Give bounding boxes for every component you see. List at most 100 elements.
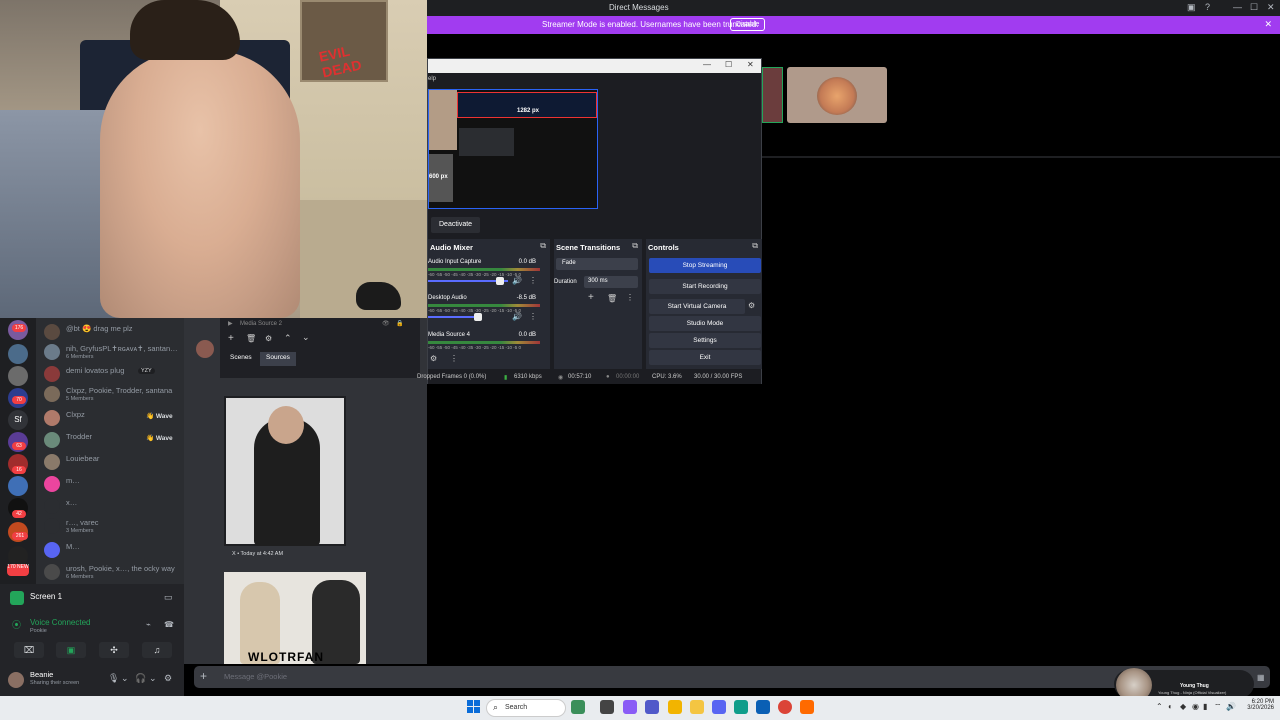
app-icon[interactable] bbox=[800, 700, 814, 714]
soundboard-button[interactable]: ♫ bbox=[142, 642, 172, 658]
tray-app-icon[interactable]: ◐ bbox=[1168, 702, 1173, 711]
maximize-icon[interactable]: ☐ bbox=[1250, 2, 1258, 13]
transition-select[interactable]: Fade bbox=[556, 258, 638, 270]
visibility-icon[interactable]: 👁 bbox=[382, 320, 390, 327]
dm-item[interactable]: nih, GryfusPL✝ʀɢᴀᴠᴀ✝, santan… 6 Members bbox=[42, 342, 182, 362]
dm-item[interactable]: demi lovatos plug YZY bbox=[42, 364, 182, 384]
float-icon[interactable]: ⧉ bbox=[632, 241, 638, 251]
close-icon[interactable]: ✕ bbox=[747, 60, 754, 69]
gear-icon[interactable]: ⚙ bbox=[265, 334, 272, 343]
apps-icon[interactable]: ▦ bbox=[1257, 673, 1265, 682]
dm-item[interactable]: r…, varec 3 Members bbox=[42, 516, 182, 536]
studio-mode-button[interactable]: Studio Mode bbox=[649, 316, 761, 331]
dm-item[interactable]: M… bbox=[42, 540, 182, 560]
chevron-down-icon[interactable]: ⌄ bbox=[121, 673, 129, 684]
chevron-up-icon[interactable]: ⌃ bbox=[284, 333, 292, 344]
speaker-icon[interactable]: 🔊 bbox=[512, 312, 522, 321]
add-icon[interactable]: + bbox=[228, 333, 234, 344]
tray-app-icon[interactable]: ▮ bbox=[1203, 702, 1207, 711]
volume-icon[interactable]: 🔊 bbox=[1226, 702, 1236, 711]
add-attachment-icon[interactable]: + bbox=[200, 669, 207, 683]
more-icon[interactable]: ⋮ bbox=[529, 276, 537, 285]
headphones-icon[interactable]: 🎧 bbox=[135, 673, 146, 684]
gear-icon[interactable]: ⚙ bbox=[430, 354, 437, 363]
minimize-icon[interactable]: — bbox=[703, 60, 711, 69]
tab-scenes[interactable]: Scenes bbox=[224, 352, 258, 366]
help-icon[interactable]: ? bbox=[1205, 2, 1210, 12]
wave-button[interactable]: 👋 Wave bbox=[146, 412, 173, 420]
menu-help[interactable]: elp bbox=[428, 76, 436, 82]
search-box[interactable]: ⌕ Search bbox=[486, 699, 566, 717]
slider-knob[interactable] bbox=[474, 313, 482, 321]
app-icon[interactable] bbox=[571, 700, 585, 714]
server-icon[interactable] bbox=[8, 366, 28, 386]
float-icon[interactable]: ⧉ bbox=[752, 241, 758, 251]
close-icon[interactable]: ✕ bbox=[1267, 2, 1275, 13]
settings-button[interactable]: Settings bbox=[649, 333, 761, 348]
screen-share-button[interactable]: ▣ bbox=[56, 642, 86, 658]
add-icon[interactable]: + bbox=[588, 292, 594, 303]
tray-app-icon[interactable]: ◆ bbox=[1180, 702, 1186, 711]
tray-chevron-icon[interactable]: ⌃ bbox=[1156, 702, 1163, 711]
dm-item[interactable]: @bt 😍 drag me plz bbox=[42, 322, 182, 342]
stream-tile-user[interactable] bbox=[787, 67, 887, 123]
tray-app-icon[interactable]: ◉ bbox=[1192, 702, 1199, 711]
dm-item[interactable]: urosh, Pookie, x…, the ocky way 6 Members bbox=[42, 562, 182, 582]
app-icon[interactable] bbox=[756, 700, 770, 714]
duration-input[interactable]: 300 ms bbox=[584, 276, 638, 288]
activities-button[interactable]: ✣ bbox=[99, 642, 129, 658]
dm-item[interactable]: Clxpz, Pookie, Trodder, santana 5 Members bbox=[42, 384, 182, 404]
app-icon[interactable] bbox=[623, 700, 637, 714]
image-attachment-2[interactable]: WLOTRFAN bbox=[224, 572, 366, 664]
dm-item[interactable]: Trodder 👋 Wave bbox=[42, 430, 182, 450]
volume-slider[interactable] bbox=[428, 316, 480, 318]
system-clock[interactable]: 6:20 PM 3/20/2026 bbox=[1240, 699, 1274, 711]
dm-item[interactable]: x… bbox=[42, 496, 182, 516]
start-virtual-camera-button[interactable]: Start Virtual Camera bbox=[649, 299, 745, 314]
deactivate-button[interactable]: Deactivate bbox=[431, 217, 481, 233]
dm-item[interactable]: m… bbox=[42, 474, 182, 494]
inbox-icon[interactable]: ▣ bbox=[1187, 2, 1196, 13]
app-icon[interactable] bbox=[668, 700, 682, 714]
popout-icon[interactable]: ▭ bbox=[164, 592, 173, 603]
float-icon[interactable]: ⧉ bbox=[540, 241, 546, 251]
noise-suppression-icon[interactable]: ⌁ bbox=[146, 620, 151, 629]
play-icon[interactable]: ▶ bbox=[228, 320, 233, 327]
image-attachment[interactable] bbox=[224, 396, 346, 546]
discord-icon[interactable] bbox=[712, 700, 726, 714]
avatar[interactable] bbox=[8, 672, 24, 688]
speaker-icon[interactable]: 🔊 bbox=[512, 276, 522, 285]
dm-item[interactable]: Louiebear bbox=[42, 452, 182, 472]
lock-icon[interactable]: 🔒 bbox=[396, 320, 403, 327]
close-banner-icon[interactable]: ✕ bbox=[1264, 19, 1272, 30]
camera-button[interactable]: ⌧ bbox=[14, 642, 44, 658]
edge-icon[interactable] bbox=[734, 700, 748, 714]
wave-button[interactable]: 👋 Wave bbox=[146, 434, 173, 442]
server-icon[interactable] bbox=[8, 476, 28, 496]
microphone-icon[interactable]: 🎙 bbox=[108, 673, 119, 684]
minimize-icon[interactable]: — bbox=[1233, 2, 1242, 12]
obs-preview[interactable]: 1282 px 600 px bbox=[428, 89, 598, 209]
more-icon[interactable]: ⋮ bbox=[529, 312, 537, 321]
message-input[interactable]: + Message @Pookie bbox=[194, 666, 1270, 688]
exit-button[interactable]: Exit bbox=[649, 350, 761, 365]
tab-sources[interactable]: Sources bbox=[260, 352, 296, 366]
dm-item[interactable]: Clxpz 👋 Wave bbox=[42, 408, 182, 428]
more-icon[interactable]: ⋮ bbox=[626, 293, 634, 302]
stop-streaming-button[interactable]: Stop Streaming bbox=[649, 258, 761, 273]
start-button[interactable] bbox=[467, 700, 481, 714]
trash-icon[interactable]: 🗑 bbox=[607, 294, 617, 303]
slider-knob[interactable] bbox=[496, 277, 504, 285]
wifi-icon[interactable]: ⌔ bbox=[1214, 702, 1222, 712]
server-icon[interactable] bbox=[8, 344, 28, 364]
file-explorer-icon[interactable] bbox=[690, 700, 704, 714]
chrome-icon[interactable] bbox=[778, 700, 792, 714]
chevron-down-icon[interactable]: ⌄ bbox=[149, 673, 157, 684]
gear-icon[interactable]: ⚙ bbox=[748, 301, 755, 310]
disable-button[interactable]: Disable bbox=[730, 18, 766, 31]
now-playing-widget[interactable]: Young Thug Young Thug - Ninja (Official … bbox=[1114, 668, 1254, 702]
gear-icon[interactable]: ⚙ bbox=[164, 673, 172, 684]
server-icon[interactable]: Sf bbox=[8, 410, 28, 430]
trash-icon[interactable]: 🗑 bbox=[246, 334, 256, 343]
more-icon[interactable]: ⋮ bbox=[450, 354, 458, 363]
